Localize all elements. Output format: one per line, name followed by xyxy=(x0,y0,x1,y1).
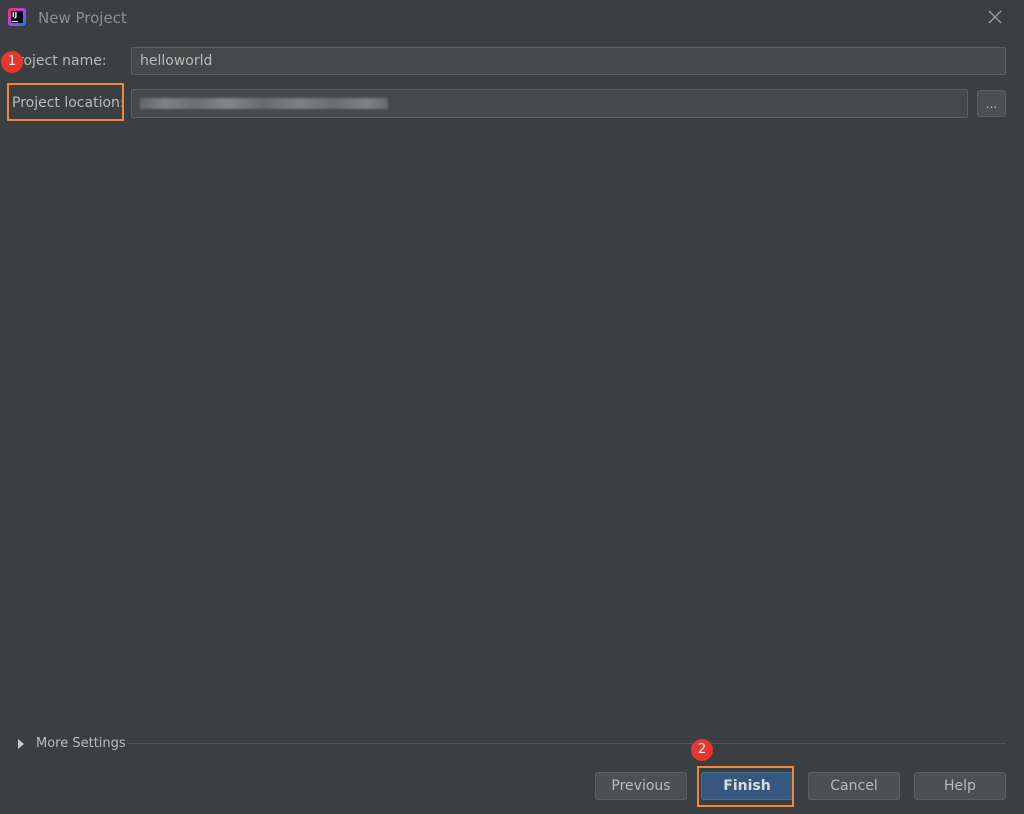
browse-button[interactable]: ... xyxy=(977,90,1006,117)
redacted-path xyxy=(140,98,388,109)
separator xyxy=(128,743,1006,744)
highlight-finish xyxy=(697,766,794,807)
help-button[interactable]: Help xyxy=(914,772,1006,800)
title-bar: IJ New Project xyxy=(0,0,1024,36)
highlight-project-location xyxy=(7,83,124,121)
project-name-input[interactable]: helloworld xyxy=(131,47,1006,75)
close-button[interactable] xyxy=(984,6,1006,28)
expand-triangle-icon xyxy=(18,739,24,749)
project-name-value: helloworld xyxy=(140,53,213,69)
project-name-label: roject name: xyxy=(18,53,107,69)
app-icon-letters: IJ xyxy=(12,11,18,19)
window-title: New Project xyxy=(38,9,127,27)
new-project-dialog: IJ New Project roject name: helloworld P… xyxy=(0,0,1024,814)
project-location-input[interactable] xyxy=(131,89,968,118)
cancel-button[interactable]: Cancel xyxy=(808,772,900,800)
step-badge-1: 1 xyxy=(1,51,23,73)
previous-button[interactable]: Previous xyxy=(595,772,687,800)
intellij-idea-icon: IJ xyxy=(8,8,26,26)
step-badge-2: 2 xyxy=(691,739,713,761)
more-settings-label: More Settings xyxy=(36,736,126,751)
close-icon xyxy=(988,10,1002,24)
